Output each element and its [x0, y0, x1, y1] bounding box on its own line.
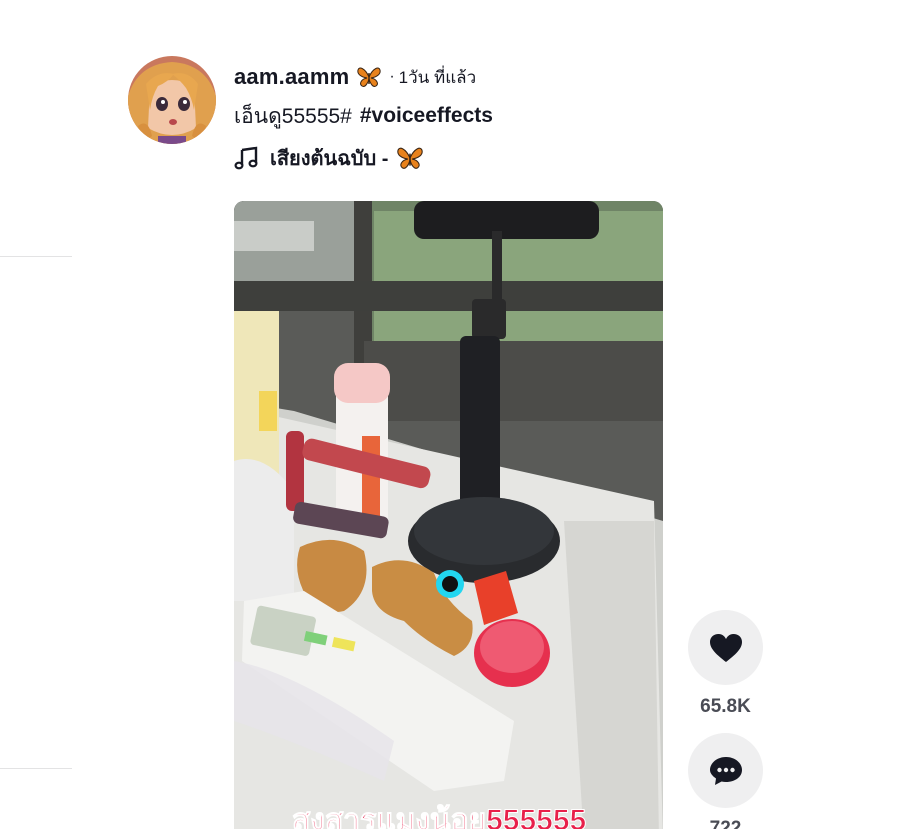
post-header: aam.aamm · 1วัน ที่แล้ว เอ็นดู55555# #vo…: [234, 62, 493, 172]
post-caption: เอ็นดู55555# #voiceeffects: [234, 102, 493, 130]
butterfly-icon: [396, 146, 424, 170]
avatar-illustration: [128, 56, 216, 144]
comment-count: 722: [709, 818, 742, 829]
like-button[interactable]: [688, 610, 763, 685]
separator-dot: ·: [389, 68, 395, 85]
caption-text: เอ็นดู55555#: [234, 104, 352, 128]
tiktok-feed-page: aam.aamm · 1วัน ที่แล้ว เอ็นดู55555# #vo…: [0, 0, 909, 829]
music-link[interactable]: เสียงต้นฉบับ -: [234, 144, 493, 172]
author-line: aam.aamm · 1วัน ที่แล้ว: [234, 62, 493, 92]
comment-icon: [709, 756, 742, 785]
author-username[interactable]: aam.aamm: [234, 64, 349, 90]
heart-icon: [709, 633, 742, 662]
music-note-icon: [234, 146, 260, 170]
author-avatar[interactable]: [128, 56, 216, 144]
sidebar-divider: [0, 256, 72, 257]
like-count: 65.8K: [700, 696, 751, 717]
music-title: เสียงต้นฉบับ -: [270, 148, 389, 170]
post-time: 1วัน ที่แล้ว: [398, 67, 477, 87]
video-player[interactable]: สงสารแมงน้อย555555: [234, 201, 663, 829]
sidebar-divider: [0, 768, 72, 769]
hashtag-link[interactable]: #voiceeffects: [360, 104, 493, 128]
butterfly-icon: [357, 66, 381, 88]
video-overlay-caption: สงสารแมงน้อย555555: [291, 804, 587, 829]
video-frame: [234, 201, 663, 829]
comment-button[interactable]: [688, 733, 763, 808]
